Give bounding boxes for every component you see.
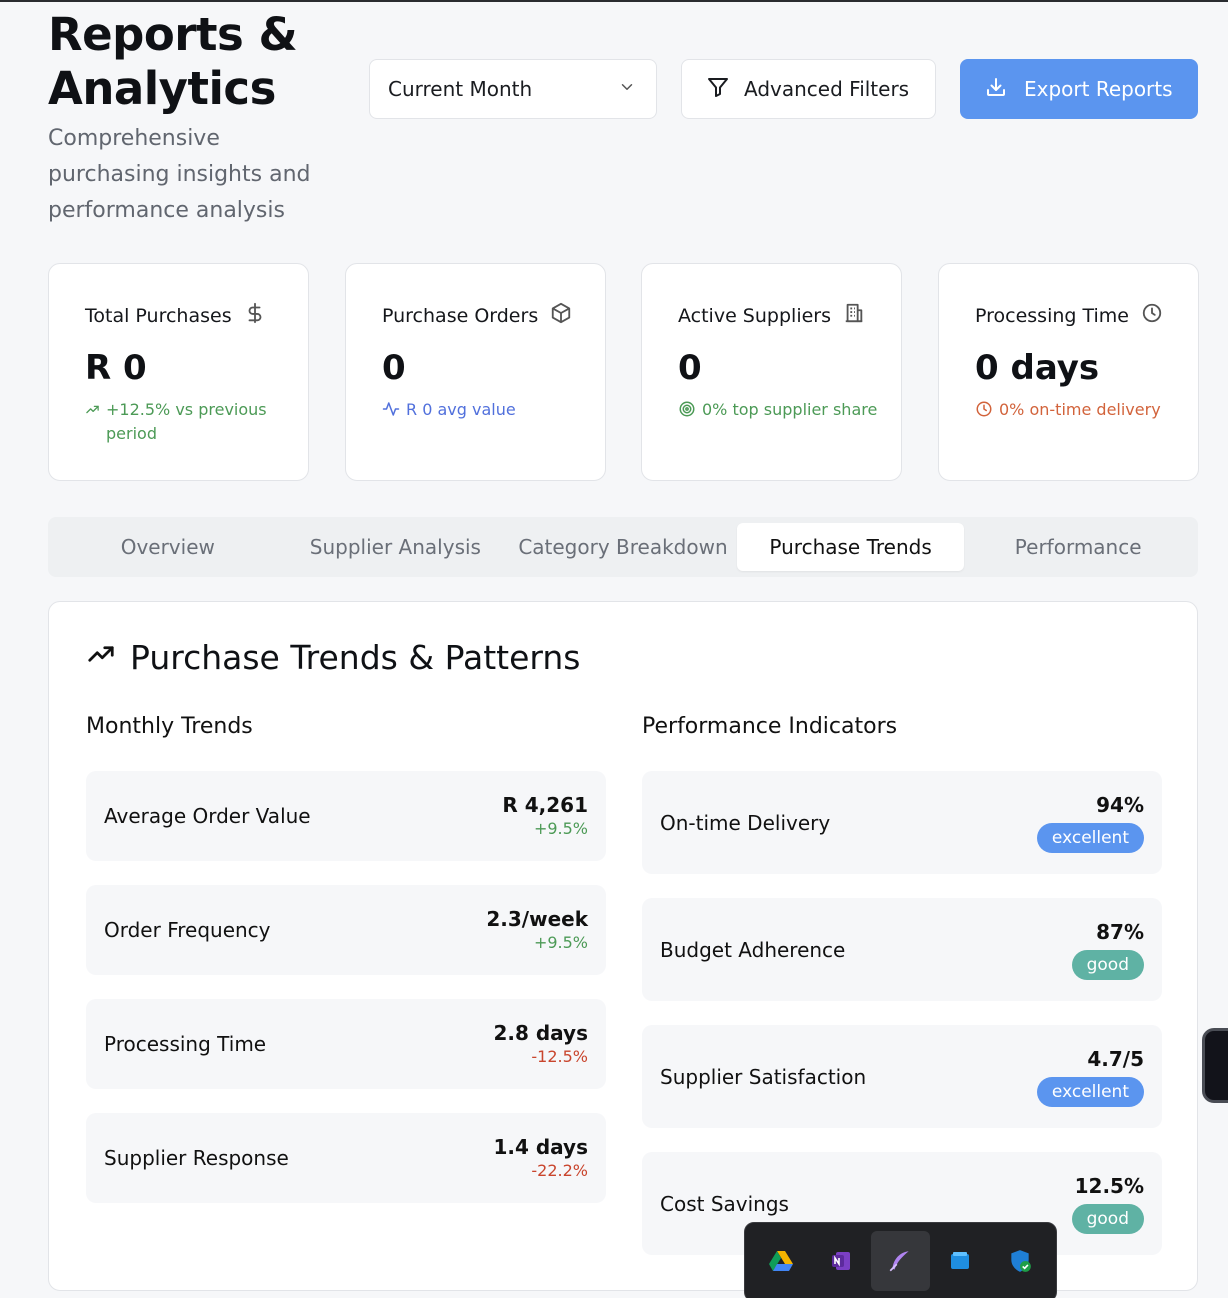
indicator-value: 4.7/5 [1087, 1046, 1144, 1071]
trending-up-icon [86, 638, 116, 677]
indicator-row-supplier-satisfaction: Supplier Satisfaction 4.7/5 excellent [642, 1025, 1162, 1128]
onenote-icon[interactable] [811, 1231, 871, 1291]
indicator-name: On-time Delivery [660, 810, 831, 835]
kpi-card-total-purchases: Total Purchases R 0 +12.5% vs previous p… [48, 263, 309, 481]
indicator-name: Supplier Satisfaction [660, 1064, 867, 1089]
tab-purchase-trends[interactable]: Purchase Trends [736, 523, 965, 571]
indicator-value: 94% [1096, 792, 1144, 817]
performance-indicators-title: Performance Indicators [642, 714, 898, 739]
monthly-trends-title: Monthly Trends [86, 714, 253, 739]
kpi-value: R 0 [85, 348, 147, 388]
status-badge: good [1071, 949, 1144, 980]
kpi-subtext: 0% top supplier share [702, 400, 878, 419]
kpi-card-active-suppliers: Active Suppliers 0 0% top supplier share [641, 263, 902, 481]
purchase-trends-panel: Purchase Trends & Patterns Monthly Trend… [48, 601, 1198, 1291]
tab-overview[interactable]: Overview [54, 523, 282, 571]
trending-up-icon [85, 398, 100, 446]
tab-supplier-analysis[interactable]: Supplier Analysis [282, 523, 510, 571]
status-badge: good [1071, 1203, 1144, 1234]
kpi-subtext: 0% on-time delivery [999, 400, 1161, 419]
advanced-filters-button[interactable]: Advanced Filters [681, 59, 936, 119]
trend-row-average-order-value: Average Order Value R 4,261 +9.5% [86, 771, 606, 861]
trend-row-supplier-response: Supplier Response 1.4 days -22.2% [86, 1113, 606, 1203]
filter-icon [706, 75, 730, 104]
trend-value: 1.4 days [493, 1135, 588, 1159]
kpi-card-purchase-orders: Purchase Orders 0 R 0 avg value [345, 263, 606, 481]
trend-row-processing-time: Processing Time 2.8 days -12.5% [86, 999, 606, 1089]
kpi-value: 0 [382, 348, 406, 388]
trend-value: 2.8 days [493, 1021, 588, 1045]
period-select-value: Current Month [388, 77, 533, 101]
trend-change: -22.2% [531, 1161, 588, 1180]
chevron-down-icon [618, 77, 636, 101]
trend-value: R 4,261 [502, 793, 588, 817]
package-icon [550, 302, 572, 329]
system-tray-overflow [744, 1222, 1057, 1298]
window-top-border [0, 0, 1228, 2]
report-tabs: Overview Supplier Analysis Category Brea… [48, 517, 1198, 577]
clock-icon [1141, 302, 1163, 329]
panel-title: Purchase Trends & Patterns [86, 638, 580, 677]
trend-name: Supplier Response [104, 1146, 289, 1170]
indicator-value: 87% [1096, 919, 1144, 944]
tab-performance[interactable]: Performance [964, 523, 1192, 571]
side-widget-handle[interactable] [1202, 1028, 1228, 1103]
indicator-row-budget-adherence: Budget Adherence 87% good [642, 898, 1162, 1001]
kpi-value: 0 days [975, 348, 1100, 388]
advanced-filters-label: Advanced Filters [744, 77, 910, 101]
page-subtitle: Comprehensive purchasing insights and pe… [48, 126, 311, 223]
dollar-icon [244, 302, 266, 329]
kpi-label: Active Suppliers [678, 304, 831, 327]
indicator-name: Budget Adherence [660, 937, 846, 962]
kpi-card-processing-time: Processing Time 0 days 0% on-time delive… [938, 263, 1199, 481]
indicator-row-on-time-delivery: On-time Delivery 94% excellent [642, 771, 1162, 874]
panel-title-text: Purchase Trends & Patterns [130, 638, 581, 677]
export-reports-button[interactable]: Export Reports [960, 59, 1198, 119]
trend-change: -12.5% [531, 1047, 588, 1066]
clock-icon [975, 398, 993, 425]
download-icon [984, 75, 1008, 104]
status-badge: excellent [1036, 822, 1144, 853]
trend-value: 2.3/week [486, 907, 588, 931]
status-badge: excellent [1036, 1076, 1144, 1107]
indicator-name: Cost Savings [660, 1191, 789, 1216]
building-icon [843, 302, 865, 329]
trend-name: Processing Time [104, 1032, 267, 1056]
kpi-value: 0 [678, 348, 702, 388]
page-title: Reports & Analytics [48, 8, 298, 115]
trend-name: Average Order Value [104, 804, 311, 828]
export-reports-label: Export Reports [1024, 77, 1173, 101]
kpi-label: Total Purchases [85, 304, 232, 327]
trend-change: +9.5% [533, 933, 588, 952]
windows-security-icon[interactable] [990, 1231, 1050, 1291]
trend-change: +9.5% [533, 819, 588, 838]
kpi-label: Processing Time [975, 304, 1129, 327]
target-icon [678, 398, 696, 425]
activity-icon [382, 398, 400, 425]
kpi-subtext: +12.5% vs previous period [106, 400, 267, 443]
google-drive-icon[interactable] [751, 1231, 811, 1291]
period-select[interactable]: Current Month [369, 59, 657, 119]
kpi-subtext: R 0 avg value [406, 400, 516, 419]
kpi-label: Purchase Orders [382, 304, 539, 327]
trend-row-order-frequency: Order Frequency 2.3/week +9.5% [86, 885, 606, 975]
feather-pen-icon[interactable] [870, 1231, 931, 1291]
indicator-value: 12.5% [1074, 1173, 1144, 1198]
tab-category-breakdown[interactable]: Category Breakdown [509, 523, 737, 571]
trend-name: Order Frequency [104, 918, 271, 942]
windows-store-icon[interactable] [930, 1231, 990, 1291]
